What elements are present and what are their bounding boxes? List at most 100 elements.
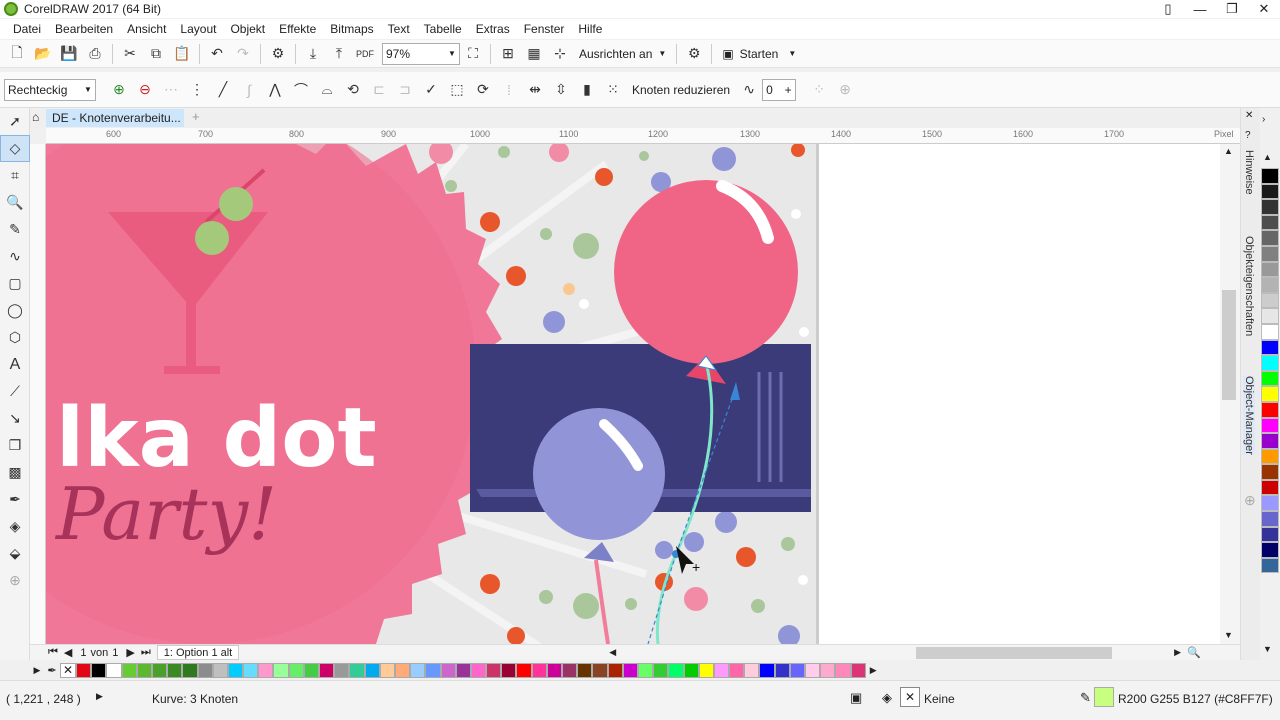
color-swatch[interactable] [212, 662, 228, 678]
menu-hilfe[interactable]: Hilfe [571, 19, 609, 39]
color-swatch[interactable] [1261, 557, 1279, 574]
maximize-button[interactable]: ❐ [1216, 0, 1248, 18]
palette-menu-icon[interactable]: › [1262, 114, 1265, 125]
save-icon[interactable]: 💾 [56, 42, 82, 66]
close-button[interactable]: ✕ [1248, 0, 1280, 18]
join-nodes-icon[interactable]: ⋯ [158, 78, 184, 102]
menu-effekte[interactable]: Effekte [272, 19, 323, 39]
transparency-tool-icon[interactable]: ▩ [0, 459, 30, 486]
chevron-down-icon[interactable]: ▼ [81, 85, 95, 94]
scroll-down-icon[interactable]: ▼ [1224, 630, 1233, 640]
color-swatch[interactable] [121, 662, 137, 678]
help-window-icon[interactable]: ▯ [1152, 0, 1184, 18]
symmetric-node-icon[interactable]: ⌓ [314, 78, 340, 102]
color-swatch[interactable] [1261, 277, 1279, 293]
color-swatch[interactable] [1261, 479, 1279, 496]
color-swatch[interactable] [1261, 448, 1279, 465]
color-swatch[interactable] [668, 662, 684, 678]
copy-icon[interactable]: ⧉ [143, 42, 169, 66]
color-swatch[interactable] [167, 662, 183, 678]
extract-subpath-icon[interactable]: ⊐ [392, 78, 418, 102]
color-swatch[interactable] [789, 662, 805, 678]
full-screen-icon[interactable]: ⛶ [460, 42, 486, 66]
close-curve-icon[interactable]: ✓ [418, 78, 444, 102]
polygon-tool-icon[interactable]: ⬡ [0, 324, 30, 351]
options-gear-icon[interactable]: ⚙ [681, 42, 707, 66]
quick-customize-icon[interactable]: ⊕ [832, 78, 858, 102]
parallel-dimension-icon[interactable]: ⟋ [0, 378, 30, 405]
artistic-media-icon[interactable]: ∿ [0, 243, 30, 270]
color-swatch[interactable] [1261, 433, 1279, 449]
to-line-icon[interactable]: ╱ [210, 78, 236, 102]
color-swatch[interactable] [637, 662, 654, 678]
eyedropper-icon[interactable]: ✒ [44, 664, 60, 677]
zoom-navigator-icon[interactable]: 🔍 [1187, 646, 1201, 659]
color-swatch[interactable] [334, 662, 350, 678]
previous-page-icon[interactable]: ◀ [64, 646, 72, 659]
pdf-icon[interactable]: PDF [352, 42, 378, 66]
menu-text[interactable]: Text [381, 19, 417, 39]
color-profile-icon[interactable]: ▣ [850, 690, 862, 706]
color-swatch[interactable] [698, 662, 714, 678]
color-swatch[interactable] [106, 662, 122, 678]
palette-scroll-down-icon[interactable]: ▼ [1263, 644, 1272, 654]
outline-pen-icon[interactable]: ✎ [1080, 690, 1091, 706]
color-swatch[interactable] [182, 662, 198, 678]
color-swatch[interactable] [470, 662, 487, 678]
tab-hints[interactable]: Hinweise [1243, 150, 1255, 195]
color-swatch[interactable] [592, 662, 608, 678]
color-swatch[interactable] [1261, 308, 1279, 324]
shape-tool-icon[interactable]: ◇ [0, 135, 30, 162]
cusp-node-icon[interactable]: ⋀ [262, 78, 288, 102]
color-swatch[interactable] [1261, 511, 1279, 527]
break-curve-icon[interactable]: ⋮ [184, 78, 210, 102]
to-curve-icon[interactable]: ∫ [236, 78, 262, 102]
color-swatch[interactable] [1261, 495, 1279, 512]
color-swatch[interactable] [258, 662, 274, 678]
zoom-level-combo[interactable]: 97% ▼ [382, 42, 460, 65]
export-icon[interactable]: ⤒ [326, 42, 352, 66]
subline-text[interactable]: Party! [54, 472, 277, 556]
text-tool-icon[interactable]: A [0, 351, 30, 378]
search-content-icon[interactable]: ⚙ [265, 42, 291, 66]
color-swatch[interactable] [151, 662, 168, 678]
pick-tool-icon[interactable]: ➚ [0, 108, 30, 135]
home-icon[interactable]: ⌂ [32, 110, 39, 124]
extend-curve-icon[interactable]: ⊏ [366, 78, 392, 102]
color-swatch[interactable] [1261, 245, 1279, 262]
color-swatch[interactable] [1261, 464, 1279, 480]
add-docker-icon[interactable]: ⊕ [1244, 492, 1256, 509]
color-swatch[interactable] [546, 662, 562, 678]
color-swatch[interactable] [1261, 542, 1279, 558]
horizontal-scroll-thumb[interactable] [916, 646, 1113, 659]
color-swatch[interactable] [577, 662, 593, 678]
elastic-mode-icon[interactable]: ▮ [574, 78, 600, 102]
interactive-fill-icon[interactable]: ◈ [0, 513, 30, 540]
minimize-button[interactable]: — [1184, 0, 1216, 18]
add-tool-icon[interactable]: ⊕ [0, 567, 30, 594]
outline-color-swatch[interactable] [1094, 687, 1114, 707]
color-swatch[interactable] [1261, 183, 1279, 200]
rectangle-tool-icon[interactable]: ▢ [0, 270, 30, 297]
crop-tool-icon[interactable]: ⌗ [0, 162, 30, 189]
color-swatch[interactable] [501, 662, 517, 678]
horizontal-ruler[interactable]: 600 700 800 900 1000 1100 1200 1300 1400… [46, 128, 1240, 144]
first-page-icon[interactable]: ⏮ [48, 646, 58, 659]
fill-bucket-icon[interactable]: ◈ [882, 690, 892, 706]
color-swatch[interactable] [91, 662, 107, 678]
print-icon[interactable]: ⎙ [82, 42, 108, 66]
smoothness-input[interactable]: 0 + [762, 78, 797, 101]
color-swatch[interactable] [516, 662, 532, 678]
new-document-icon[interactable]: 🗋 [4, 42, 30, 66]
drop-shadow-icon[interactable]: ❐ [0, 432, 30, 459]
menu-extras[interactable]: Extras [469, 19, 517, 39]
scroll-right-icon[interactable]: ▶ [1174, 647, 1181, 658]
eyedropper-tool-icon[interactable]: ✒ [0, 486, 30, 513]
cut-icon[interactable]: ✂ [117, 42, 143, 66]
import-icon[interactable]: ⤓ [300, 42, 326, 66]
menu-tabelle[interactable]: Tabelle [417, 19, 469, 39]
reverse-direction-icon[interactable]: ⟲ [340, 78, 366, 102]
palette-left-icon[interactable]: ▶ [30, 665, 44, 676]
color-swatch[interactable] [1261, 199, 1279, 215]
color-swatch[interactable] [850, 662, 866, 678]
